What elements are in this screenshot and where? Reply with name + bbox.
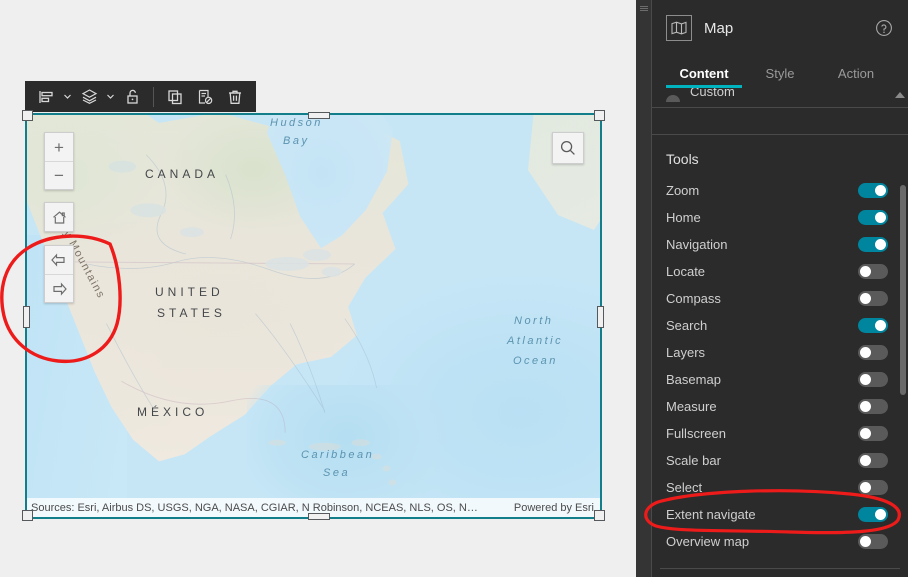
zoom-out-button[interactable]: − xyxy=(45,161,73,189)
tools-section-title: Tools xyxy=(652,135,908,177)
toggle-zoom[interactable] xyxy=(858,183,888,198)
attribution-sources: Sources: Esri, Airbus DS, USGS, NGA, NAS… xyxy=(31,502,478,514)
tool-label: Layers xyxy=(666,345,705,360)
arrow-left-icon[interactable] xyxy=(45,246,73,274)
tool-row-search[interactable]: Search xyxy=(652,312,908,339)
toggle-search[interactable] xyxy=(858,318,888,333)
map-settings-panel: Map Content Style Action Custom Too xyxy=(652,0,908,577)
toggle-locate[interactable] xyxy=(858,264,888,279)
section-divider xyxy=(652,107,908,108)
panel-scrollbar-thumb[interactable] xyxy=(900,185,906,395)
tool-label: Locate xyxy=(666,264,705,279)
tool-row-overview-map[interactable]: Overview map xyxy=(652,528,908,555)
unlock-icon[interactable] xyxy=(117,82,147,112)
scroll-up-arrow-icon[interactable] xyxy=(895,92,905,98)
tool-row-select[interactable]: Select xyxy=(652,474,908,501)
resize-handle-bottom-left[interactable] xyxy=(22,510,33,521)
align-chevron-icon[interactable] xyxy=(61,82,74,112)
tool-row-measure[interactable]: Measure xyxy=(652,393,908,420)
tool-label: Compass xyxy=(666,291,721,306)
panel-title: Map xyxy=(704,20,862,37)
tool-label: Basemap xyxy=(666,372,721,387)
tool-row-basemap[interactable]: Basemap xyxy=(652,366,908,393)
resize-handle-top-left[interactable] xyxy=(22,110,33,121)
tool-label: Navigation xyxy=(666,237,727,252)
zoom-in-button[interactable]: + xyxy=(45,133,73,161)
map-home-control xyxy=(44,202,74,232)
tool-label: Zoom xyxy=(666,183,699,198)
help-circle-icon[interactable] xyxy=(874,18,894,38)
panel-bottom-divider xyxy=(660,568,900,569)
tool-row-zoom[interactable]: Zoom xyxy=(652,177,908,204)
toggle-basemap[interactable] xyxy=(858,372,888,387)
duplicate-icon[interactable] xyxy=(160,82,190,112)
panel-scroll-area[interactable]: Custom Tools Zoom Home Navigation Locate xyxy=(652,88,908,577)
tool-row-home[interactable]: Home xyxy=(652,204,908,231)
toggle-layers[interactable] xyxy=(858,345,888,360)
panel-tabs: Content Style Action xyxy=(652,56,908,88)
toggle-home[interactable] xyxy=(858,210,888,225)
tool-row-locate[interactable]: Locate xyxy=(652,258,908,285)
layout-canvas[interactable]: Hudson Bay CANADA UNITED STATES MÉXICO N… xyxy=(0,0,636,577)
tool-row-navigation[interactable]: Navigation xyxy=(652,231,908,258)
toolbar-divider xyxy=(153,87,154,107)
resize-handle-right-center[interactable] xyxy=(597,306,604,328)
toggle-overview-map[interactable] xyxy=(858,534,888,549)
toggle-scale-bar[interactable] xyxy=(858,453,888,468)
tool-label: Extent navigate xyxy=(666,507,756,522)
map-widget[interactable]: Hudson Bay CANADA UNITED STATES MÉXICO N… xyxy=(25,113,602,519)
map-zoom-control: + − xyxy=(44,132,74,190)
map-rivers-and-borders xyxy=(27,115,600,517)
disable-edit-icon[interactable] xyxy=(190,82,220,112)
map-icon xyxy=(666,15,692,41)
toggle-measure[interactable] xyxy=(858,399,888,414)
widget-toolbar xyxy=(25,81,256,112)
tool-label: Home xyxy=(666,210,701,225)
toggle-compass[interactable] xyxy=(858,291,888,306)
radio-option-custom[interactable]: Custom xyxy=(652,88,908,102)
resize-handle-top-center[interactable] xyxy=(308,112,330,119)
panel-rail[interactable] xyxy=(636,0,652,577)
tool-label: Scale bar xyxy=(666,453,721,468)
tool-row-scale-bar[interactable]: Scale bar xyxy=(652,447,908,474)
toggle-navigation[interactable] xyxy=(858,237,888,252)
home-icon[interactable] xyxy=(45,203,73,231)
tool-row-layers[interactable]: Layers xyxy=(652,339,908,366)
map-extent-navigate-control xyxy=(44,245,74,303)
toggle-extent-navigate[interactable] xyxy=(858,507,888,522)
search-icon[interactable] xyxy=(552,132,584,164)
map-canvas[interactable]: Hudson Bay CANADA UNITED STATES MÉXICO N… xyxy=(27,115,600,517)
align-icon[interactable] xyxy=(31,82,61,112)
trash-icon[interactable] xyxy=(220,82,250,112)
tab-content[interactable]: Content xyxy=(666,66,742,88)
tool-label: Fullscreen xyxy=(666,426,726,441)
tool-label: Measure xyxy=(666,399,717,414)
resize-handle-bottom-center[interactable] xyxy=(308,513,330,520)
panel-header: Map xyxy=(652,0,908,56)
tab-style[interactable]: Style xyxy=(742,66,818,88)
tab-action[interactable]: Action xyxy=(818,66,894,88)
tool-label: Select xyxy=(666,480,702,495)
tool-row-extent-navigate[interactable]: Extent navigate xyxy=(652,501,908,528)
arrow-right-icon[interactable] xyxy=(45,274,73,302)
radio-icon[interactable] xyxy=(666,95,680,102)
tool-row-compass[interactable]: Compass xyxy=(652,285,908,312)
tool-label: Overview map xyxy=(666,534,749,549)
app-root: Hudson Bay CANADA UNITED STATES MÉXICO N… xyxy=(0,0,908,577)
toggle-fullscreen[interactable] xyxy=(858,426,888,441)
layers-chevron-icon[interactable] xyxy=(104,82,117,112)
toggle-select[interactable] xyxy=(858,480,888,495)
resize-handle-bottom-right[interactable] xyxy=(594,510,605,521)
tool-label: Search xyxy=(666,318,707,333)
tool-row-fullscreen[interactable]: Fullscreen xyxy=(652,420,908,447)
layers-order-icon[interactable] xyxy=(74,82,104,112)
resize-handle-top-right[interactable] xyxy=(594,110,605,121)
radio-option-label: Custom xyxy=(690,88,735,99)
attribution-powered-by: Powered by Esri xyxy=(514,502,596,514)
rail-grip-icon xyxy=(640,6,648,11)
resize-handle-left-center[interactable] xyxy=(23,306,30,328)
